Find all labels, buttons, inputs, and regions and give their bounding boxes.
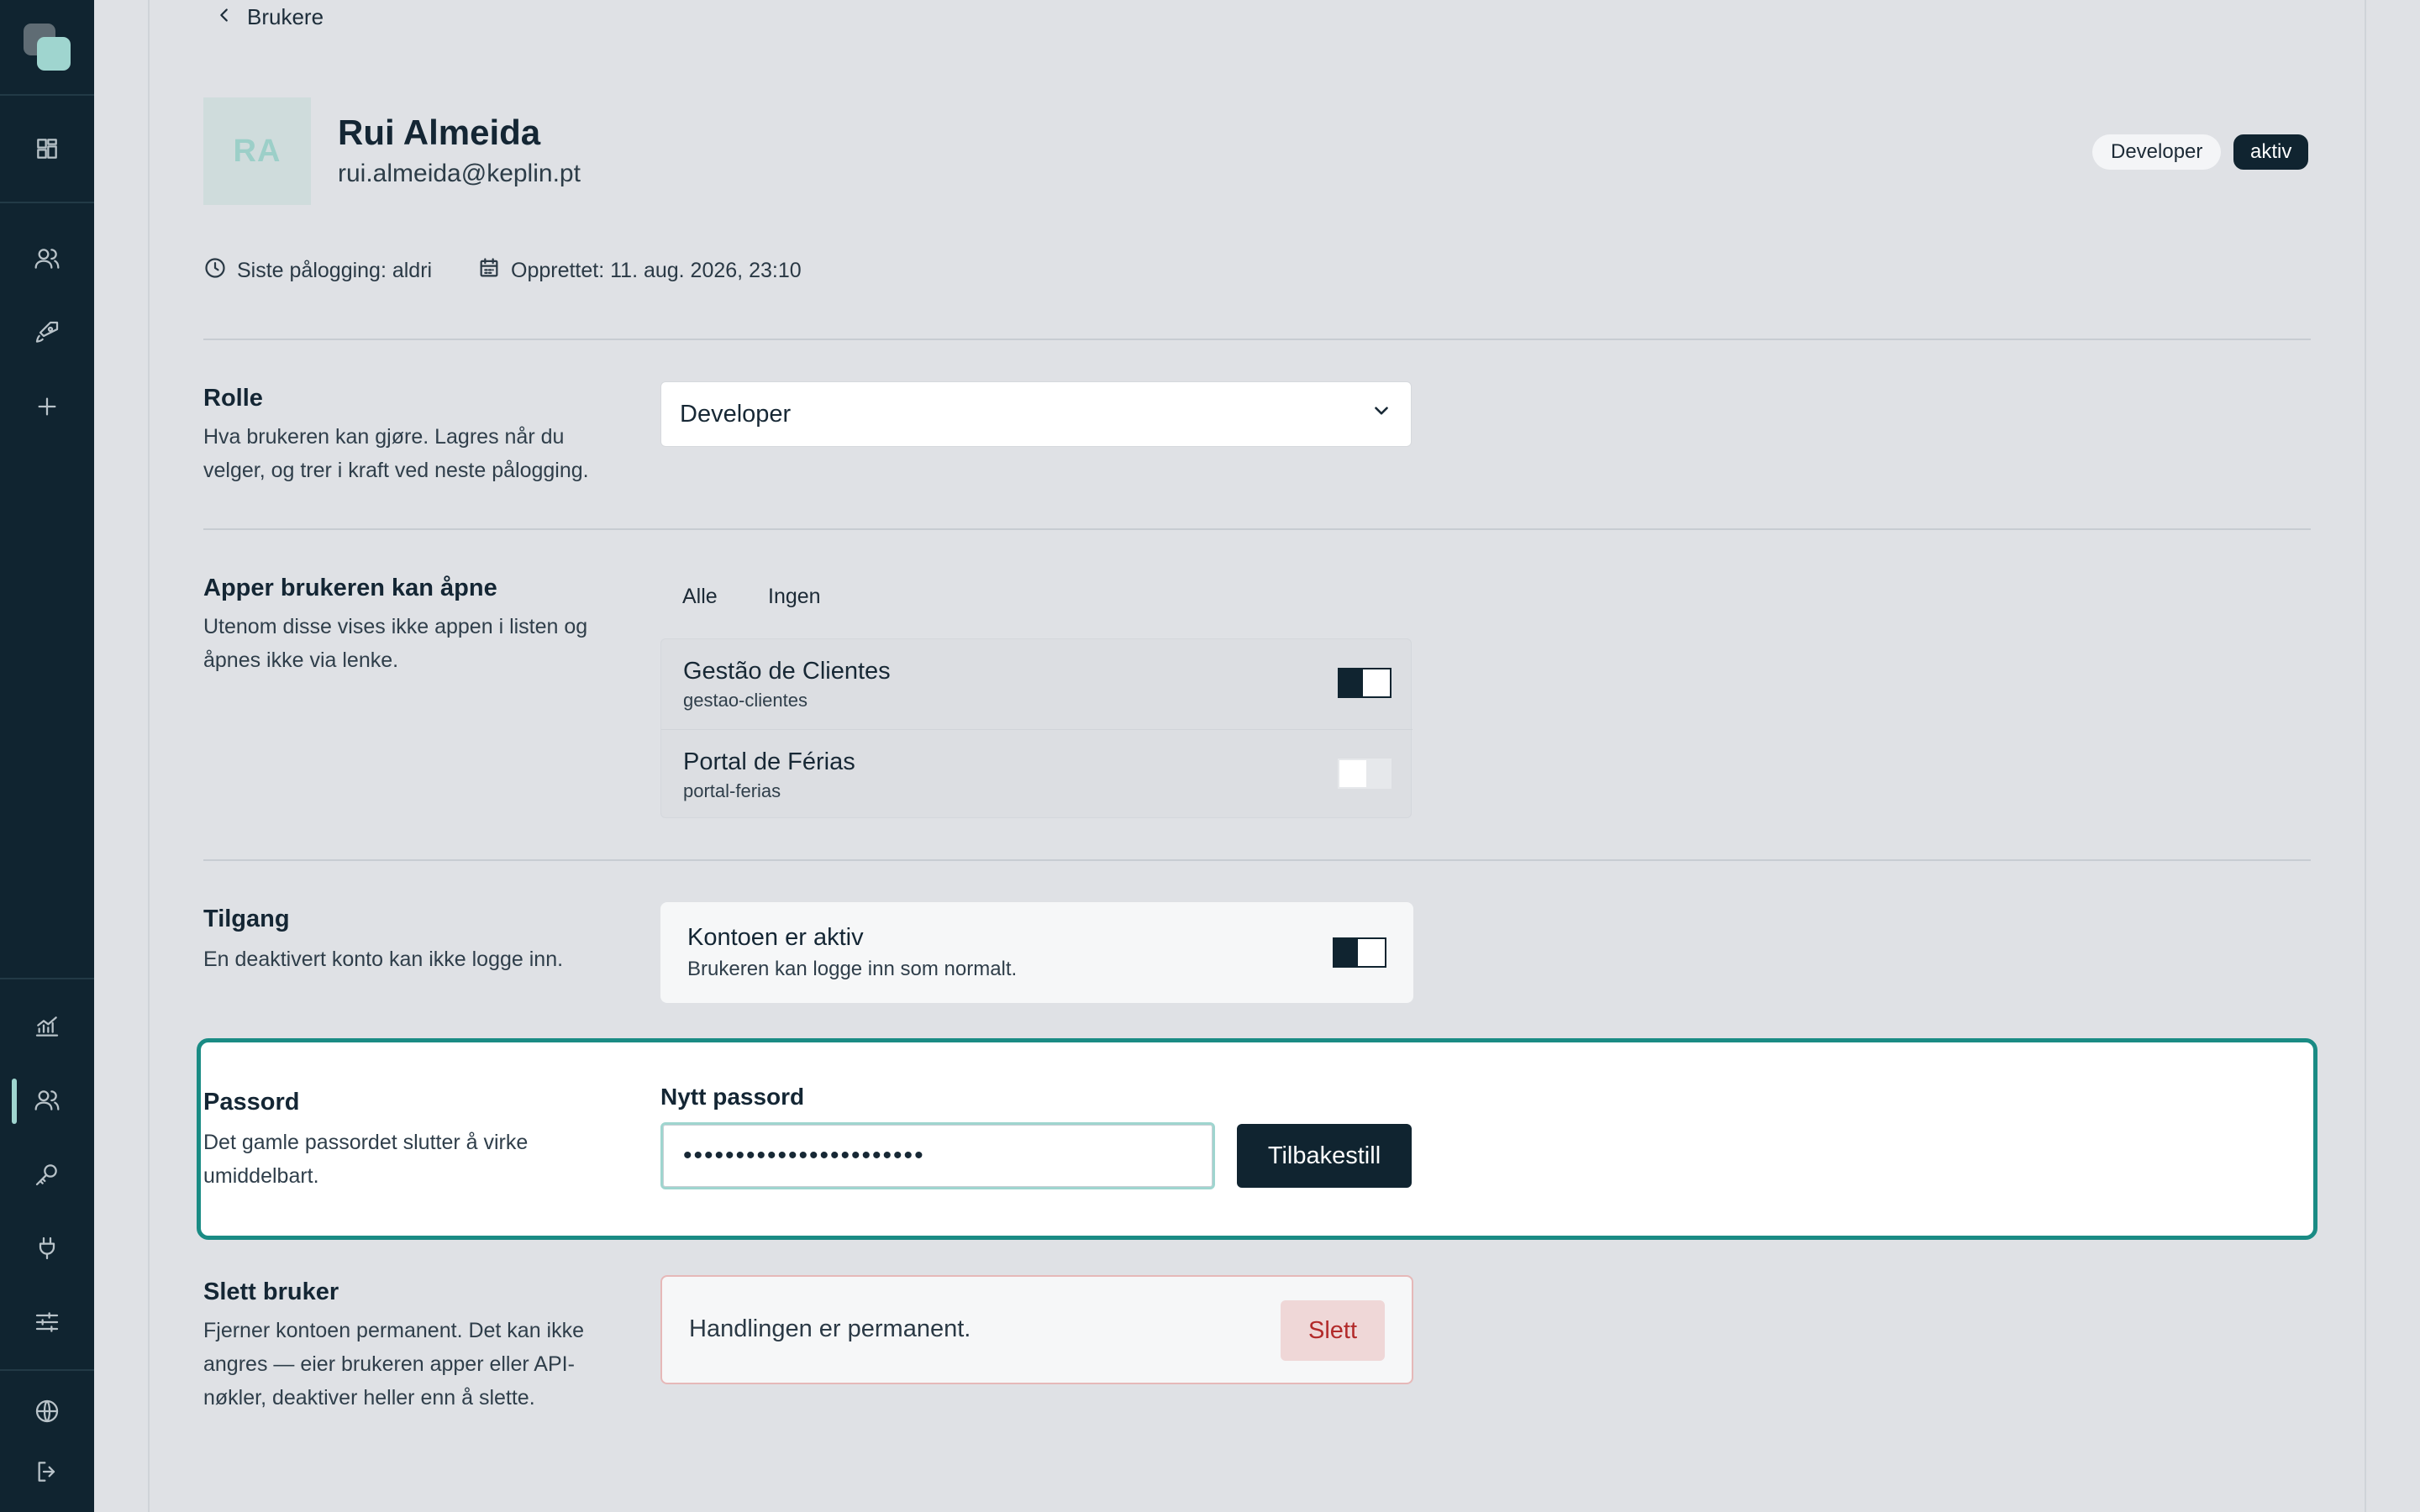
last-login-meta: Siste pålogging: aldri xyxy=(203,255,432,286)
divider xyxy=(203,859,2311,861)
created-meta: Opprettet: 11. aug. 2026, 23:10 xyxy=(477,255,802,286)
app-slug: portal-ferias xyxy=(683,780,781,801)
new-password-label: Nytt passord xyxy=(660,1084,805,1110)
clock-icon xyxy=(203,256,227,286)
chevron-down-icon xyxy=(1370,400,1392,428)
plus-icon[interactable] xyxy=(30,390,64,423)
delete-user-card: Handlingen er permanent. Slett xyxy=(660,1275,1413,1384)
calendar-icon xyxy=(477,256,501,286)
last-login-text: Siste pålogging: aldri xyxy=(237,258,433,282)
access-section-description: En deaktivert konto kan ikke logge inn. xyxy=(203,948,564,971)
account-active-toggle[interactable] xyxy=(1333,937,1386,968)
user-name: Rui Almeida xyxy=(338,113,541,152)
delete-user-button[interactable]: Slett xyxy=(1281,1300,1385,1361)
plug-icon[interactable] xyxy=(30,1231,64,1265)
chart-icon[interactable] xyxy=(30,1010,64,1043)
role-section-description: Hva brukeren kan gjøre. Lagres når du ve… xyxy=(203,425,589,482)
apps-section-description: Utenom disse vises ikke appen i listen o… xyxy=(203,615,588,672)
new-password-input[interactable]: ••••••••••••••••••••••• xyxy=(660,1122,1215,1189)
sidebar-divider xyxy=(0,202,94,203)
sidebar-divider xyxy=(0,978,94,979)
created-text: Opprettet: 11. aug. 2026, 23:10 xyxy=(511,258,802,282)
app-list: Gestão de Clientes gestao-clientes Porta… xyxy=(660,638,1413,818)
app-name: Gestão de Clientes xyxy=(683,658,891,685)
app-access-toggle[interactable] xyxy=(1338,668,1392,698)
divider xyxy=(203,528,2311,530)
password-section-description: Det gamle passordet slutter å virke umid… xyxy=(203,1131,529,1188)
rocket-icon[interactable] xyxy=(30,316,64,349)
sliders-icon[interactable] xyxy=(30,1305,64,1339)
list-item: Portal de Férias portal-ferias xyxy=(661,729,1413,818)
select-none-button[interactable]: Ingen xyxy=(768,580,821,614)
avatar: RA xyxy=(203,97,311,205)
active-indicator xyxy=(12,1079,17,1124)
account-active-card: Kontoen er aktiv Brukeren kan logge inn … xyxy=(660,902,1413,1003)
apps-section-title: Apper brukeren kan åpne xyxy=(203,575,497,601)
delete-section-title: Slett bruker xyxy=(203,1278,339,1305)
key-icon[interactable] xyxy=(30,1158,64,1191)
role-section-title: Rolle xyxy=(203,385,263,412)
user-email: rui.almeida@keplin.pt xyxy=(338,160,581,187)
users-icon[interactable] xyxy=(30,242,64,276)
password-section-title: Passord xyxy=(203,1089,300,1116)
dashboard-icon[interactable] xyxy=(30,132,64,165)
role-select[interactable]: Developer xyxy=(660,381,1412,447)
select-all-button[interactable]: Alle xyxy=(682,580,718,614)
delete-section-description: Fjerner kontoen permanent. Det kan ikke … xyxy=(203,1319,585,1410)
list-item: Gestão de Clientes gestao-clientes xyxy=(661,639,1413,728)
globe-icon[interactable] xyxy=(30,1394,64,1428)
role-select-value: Developer xyxy=(680,400,792,428)
access-section-title: Tilgang xyxy=(203,906,290,932)
breadcrumb-back-link[interactable]: Brukere xyxy=(215,2,324,32)
sidebar-divider xyxy=(0,1369,94,1371)
role-badge: Developer xyxy=(2092,134,2222,170)
chevron-left-icon xyxy=(215,4,234,30)
app-access-toggle[interactable] xyxy=(1338,759,1392,789)
logout-icon[interactable] xyxy=(30,1455,64,1488)
reset-password-button[interactable]: Tilbakestill xyxy=(1237,1124,1412,1188)
divider xyxy=(203,339,2311,340)
status-badge: aktiv xyxy=(2233,134,2309,170)
app-logo[interactable] xyxy=(24,24,71,71)
sidebar-divider xyxy=(0,94,94,96)
account-active-title: Kontoen er aktiv xyxy=(687,924,864,951)
breadcrumb-label: Brukere xyxy=(247,3,324,29)
app-name: Portal de Férias xyxy=(683,748,855,775)
account-active-description: Brukeren kan logge inn som normalt. xyxy=(687,958,1018,980)
delete-warning-text: Handlingen er permanent. xyxy=(689,1315,971,1342)
sidebar xyxy=(0,0,94,1512)
users-icon[interactable] xyxy=(30,1084,64,1117)
app-slug: gestao-clientes xyxy=(683,690,808,711)
